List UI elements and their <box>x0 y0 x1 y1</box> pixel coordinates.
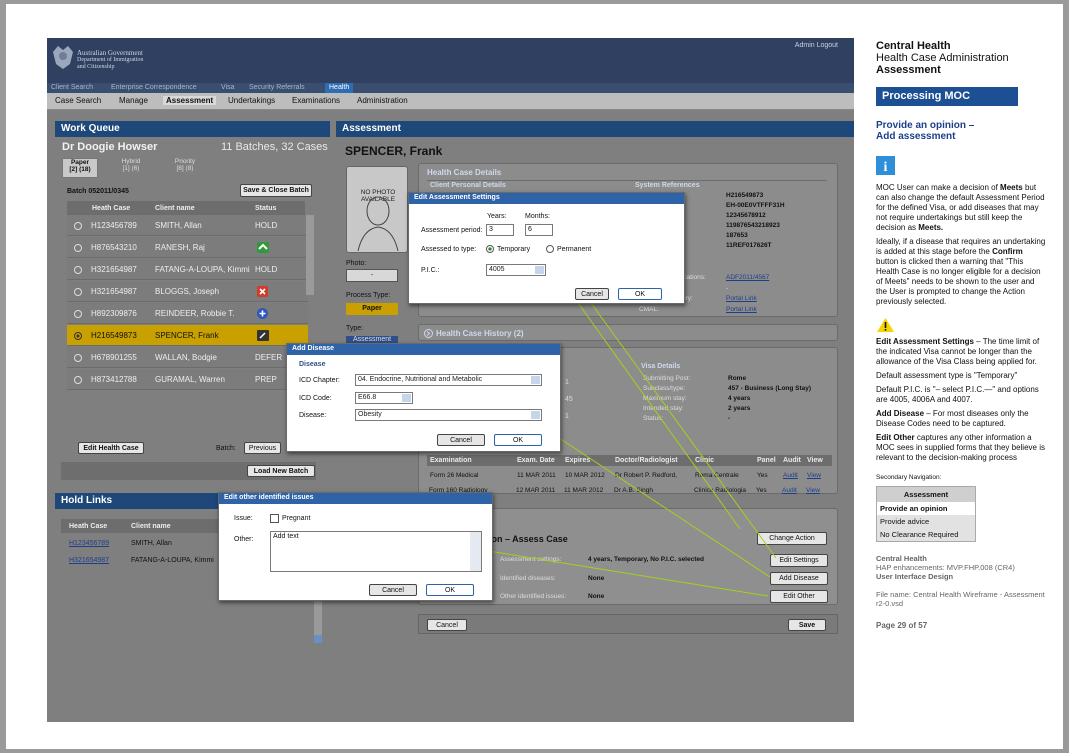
assessed-type-label: Assessed to type: <box>421 246 477 253</box>
cancel-button[interactable]: Cancel <box>575 288 609 300</box>
paragraph-6: Add Disease – For most diseases only the… <box>876 409 1029 428</box>
processing-banner: Processing MOC <box>876 87 1018 106</box>
years-label: Years: <box>487 213 507 220</box>
edit-other-issues-dialog: Edit other identified issues Issue: Preg… <box>218 492 493 601</box>
dialog-title: Edit Assessment Settings <box>409 193 684 204</box>
icd-code-select[interactable]: E66.8 <box>355 392 413 404</box>
issue-label: Issue: <box>234 515 253 522</box>
secondary-nav-item[interactable]: Provide an opinion <box>877 502 975 515</box>
years-input[interactable]: 3 <box>486 224 514 236</box>
disease-select[interactable]: Obesity <box>355 409 542 421</box>
secondary-nav-label: Secondary Navigation: <box>876 474 942 481</box>
paragraph-7: Edit Other captures any other informatio… <box>876 433 1045 462</box>
other-label: Other: <box>234 536 254 543</box>
edit-assessment-settings-dialog: Edit Assessment Settings Years: Months: … <box>408 192 685 304</box>
dialog-title: Edit other identified issues <box>219 493 492 504</box>
secondary-nav-item[interactable]: No Clearance Required <box>877 528 975 541</box>
cancel-button[interactable]: Cancel <box>437 434 485 446</box>
subheading: Provide an opinion – Add assessment <box>876 120 975 142</box>
pregnant-label: Pregnant <box>282 515 311 522</box>
permanent-radio[interactable] <box>546 245 554 253</box>
other-textarea[interactable]: Add text <box>270 531 482 572</box>
disease-section-title: Disease <box>299 361 326 368</box>
page-number: Page 29 of 57 <box>876 621 928 630</box>
doc-footer: Central Health HAP enhancements: MVP.FHP… <box>876 554 1045 608</box>
pic-label: P.I.C.: <box>421 267 440 274</box>
temporary-label: Temporary <box>497 246 531 253</box>
info-icon: i <box>876 156 895 175</box>
period-label: Assessment period: <box>421 227 483 234</box>
ok-button[interactable]: OK <box>618 288 662 300</box>
icd-code-label: ICD Code: <box>299 395 332 402</box>
doc-section: Assessment <box>876 64 941 76</box>
cancel-button[interactable]: Cancel <box>369 584 417 596</box>
temporary-radio[interactable] <box>486 245 494 253</box>
paragraph-5: Default P.I.C. is "– select P.I.C.—" and… <box>876 385 1039 404</box>
secondary-nav-box: Assessment Provide an opinion Provide ad… <box>876 486 976 542</box>
doc-title: Central Health <box>876 40 951 52</box>
ok-button[interactable]: OK <box>426 584 474 596</box>
pic-select[interactable]: 4005 <box>486 264 546 276</box>
paragraph-3: Edit Assessment Settings – The time limi… <box>876 337 1040 366</box>
months-label: Months: <box>525 213 550 220</box>
annotation-sidebar: Central Health Health Case Administratio… <box>876 40 1046 630</box>
doc-subtitle: Health Case Administration <box>876 52 1009 64</box>
disease-label: Disease: <box>299 412 327 419</box>
permanent-label: Permanent <box>557 246 592 253</box>
svg-text:i: i <box>884 160 888 175</box>
add-disease-dialog: Add Disease Disease ICD Chapter: 04. End… <box>286 343 561 452</box>
secondary-nav-heading: Assessment <box>877 487 975 502</box>
paragraph-2: Ideally, if a disease that requires an u… <box>876 237 1046 306</box>
icd-chapter-select[interactable]: 04. Endocrine, Nutritional and Metabolic <box>355 374 542 386</box>
secondary-nav-item[interactable]: Provide advice <box>877 515 975 528</box>
months-input[interactable]: 6 <box>525 224 553 236</box>
paragraph-4: Default assessment type is "Temporary" <box>876 371 1018 380</box>
dialog-title: Add Disease <box>287 344 560 355</box>
pregnant-checkbox[interactable] <box>270 514 279 523</box>
icd-chapter-label: ICD Chapter: <box>299 377 340 384</box>
textarea-scrollbar[interactable] <box>470 532 481 571</box>
warning-icon <box>877 318 894 332</box>
arrow-edit-other <box>469 547 769 597</box>
arrow-change-action <box>575 299 741 530</box>
arrow-edit-settings <box>566 269 777 559</box>
paragraph-1: MOC User can make a decision of Meets bu… <box>876 183 1045 232</box>
ok-button[interactable]: OK <box>494 434 542 446</box>
